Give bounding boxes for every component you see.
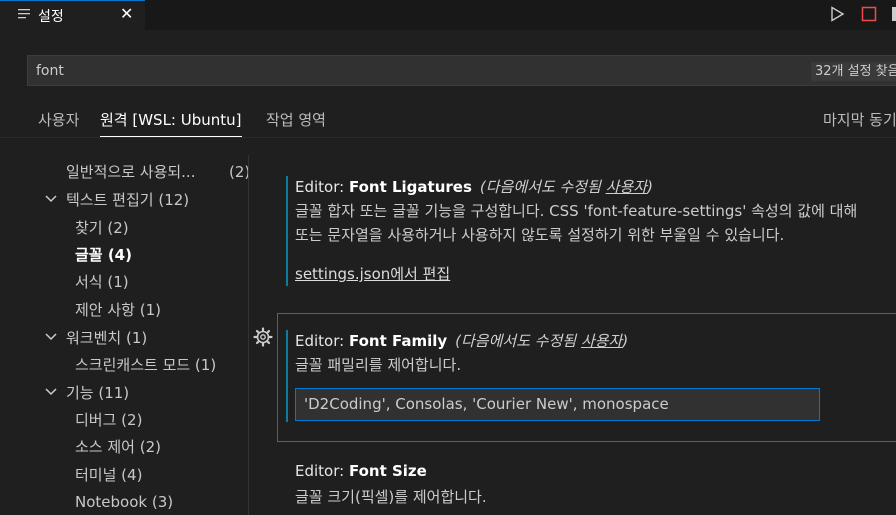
toc-item-notebook[interactable]: Notebook (3): [75, 489, 173, 515]
edit-in-settings-json-link[interactable]: settings.json에서 편집: [295, 263, 450, 284]
settings-tab[interactable]: 설정 ✕: [0, 0, 145, 30]
setting-description: 글꼴 크기(픽셀)를 제어합니다.: [295, 488, 487, 506]
toc-item-features[interactable]: 기능 (11): [66, 380, 129, 406]
modified-indicator: [286, 176, 288, 286]
split-editor-icon[interactable]: [861, 6, 877, 22]
font-family-input[interactable]: 'D2Coding', Consolas, 'Courier New', mon…: [295, 388, 820, 421]
toc-item-font[interactable]: 글꼴 (4): [75, 242, 132, 268]
tab-workspace[interactable]: 작업 영역: [266, 109, 326, 136]
sash-divider[interactable]: [248, 155, 249, 515]
more-actions-icon[interactable]: [892, 6, 896, 22]
setting-category: Editor:: [295, 332, 349, 350]
chevron-down-icon[interactable]: [45, 194, 57, 204]
toc-item-source-control[interactable]: 소스 제어 (2): [75, 434, 161, 460]
toc-item-commonly-used[interactable]: 일반적으로 사용되...: [66, 159, 195, 185]
toc-item-workbench[interactable]: 워크벤치 (1): [66, 325, 147, 351]
editor-tab-bar: 설정 ✕: [0, 0, 896, 30]
modified-in-user-link[interactable]: 사용자: [581, 332, 622, 350]
toc-item-text-editor[interactable]: 텍스트 편집기 (12): [66, 187, 189, 213]
settings-tab-label: 설정: [38, 9, 64, 25]
setting-description-line-1: 글꼴 합자 또는 글꼴 기능을 구성합니다. CSS 'font-feature…: [295, 202, 858, 220]
setting-title-font-family: Editor: Font Family (다음에서도 수정됨 사용자): [295, 330, 628, 351]
run-icon[interactable]: [829, 6, 845, 22]
tab-user[interactable]: 사용자: [38, 109, 79, 136]
gear-icon[interactable]: [253, 327, 273, 347]
settings-toc: 일반적으로 사용되... (2) 텍스트 편집기 (12) 찾기 (2) 글꼴 …: [0, 150, 250, 515]
setting-category: Editor:: [295, 462, 349, 480]
settings-lines-icon: [18, 9, 30, 19]
setting-name: Font Size: [348, 462, 427, 480]
toc-item-suggestions[interactable]: 제안 사항 (1): [75, 297, 161, 323]
toc-item-debug[interactable]: 디버그 (2): [75, 407, 142, 433]
setting-name: Font Family: [348, 332, 448, 350]
chevron-down-icon[interactable]: [45, 387, 57, 397]
last-synced-label: 마지막 동기화: [823, 111, 896, 129]
setting-category: Editor:: [295, 178, 349, 196]
setting-title-font-size: Editor: Font Size: [295, 462, 427, 480]
close-icon[interactable]: ✕: [120, 5, 133, 23]
toc-item-find[interactable]: 찾기 (2): [75, 215, 129, 241]
modified-suffix: ): [647, 178, 653, 196]
settings-search-box[interactable]: 32개 설정 찾음: [27, 55, 896, 86]
search-input[interactable]: [36, 61, 736, 81]
setting-description-line-2: 또는 문자열을 사용하거나 사용하지 않도록 설정하기 위한 부울일 수 있습니…: [295, 226, 785, 244]
setting-name: Font Ligatures: [348, 178, 472, 196]
modified-suffix: ): [622, 332, 629, 350]
setting-title-font-ligatures: Editor: Font Ligatures (다음에서도 수정됨 사용자): [295, 176, 653, 197]
toc-item-terminal[interactable]: 터미널 (4): [75, 462, 142, 488]
settings-scope-tabs: 사용자 원격 [WSL: Ubuntu] 작업 영역 마지막 동기화: [0, 103, 896, 138]
modified-elsewhere-text: (다음에서도 수정됨: [455, 332, 581, 350]
toc-item-screencast-mode[interactable]: 스크린캐스트 모드 (1): [75, 352, 216, 378]
results-count-badge: 32개 설정 찾음: [811, 62, 896, 81]
setting-description: 글꼴 패밀리를 제어합니다.: [295, 356, 462, 374]
tab-remote[interactable]: 원격 [WSL: Ubuntu]: [100, 109, 242, 137]
toc-item-formatting[interactable]: 서식 (1): [75, 269, 129, 295]
modified-indicator: [286, 330, 288, 422]
modified-in-user-link[interactable]: 사용자: [606, 178, 647, 196]
modified-elsewhere-text: (다음에서도 수정됨: [479, 178, 606, 196]
chevron-down-icon[interactable]: [45, 332, 57, 342]
